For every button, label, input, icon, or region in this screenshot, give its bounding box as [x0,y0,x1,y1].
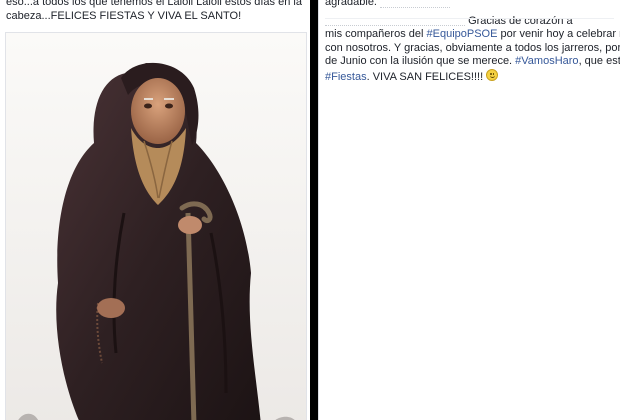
intro-text: Gracias de corazón a [468,14,573,27]
left-post-line-2: cabeza...FELICES FIESTAS Y VIVA EL SANTO… [6,9,242,22]
saint-statue-photo[interactable] [5,32,307,420]
saint-statue-image [6,33,306,420]
divider [325,18,614,19]
redacted-text [325,15,465,27]
line-5-post-text: . VIVA SAN FELICES!!!! [366,70,487,83]
hashtag-vamosharo-link[interactable]: #VamosHaro [515,55,578,67]
line-4-post-text: , que estamos en [578,55,620,67]
fragment-text: agradable. [325,0,377,8]
left-post-text: eso...a todos los que tenemos el Laloli … [0,0,308,23]
redacted-text [380,0,451,8]
right-post-fragment: agradable. [325,0,620,10]
left-post-card: eso...a todos los que tenemos el Laloli … [0,0,310,420]
left-post-line-1: eso...a todos los que tenemos el Laloli … [6,0,302,8]
right-post-line-4: de Junio con la ilusión que se merece. #… [325,55,620,69]
line-4-pre-text: de Junio con la ilusión que se merece. [325,55,516,67]
hashtag-equipopsoe-link[interactable]: #EquipoPSOE [427,28,498,40]
right-post-line-2: mis compañeros del #EquipoPSOE por venir… [325,28,620,42]
right-post-text: agradable. Gracias de corazón a mis comp… [319,0,620,84]
line-2-post-text: por venir hoy a celebrar nuestro patrón [500,28,620,40]
right-post-card: agradable. Gracias de corazón a mis comp… [318,0,620,420]
line-2-pre-text: mis compañeros del [325,28,427,40]
hashtag-fiestas-link[interactable]: #Fiestas [325,71,367,83]
right-post-line-5: #Fiestas. VIVA SAN FELICES!!!! [325,68,620,85]
slightly-smiling-face-icon [486,68,499,81]
right-post-line-3: con nosotros. Y gracias, obviamente a to… [325,41,620,54]
right-post-line-1: Gracias de corazón a [325,15,620,29]
